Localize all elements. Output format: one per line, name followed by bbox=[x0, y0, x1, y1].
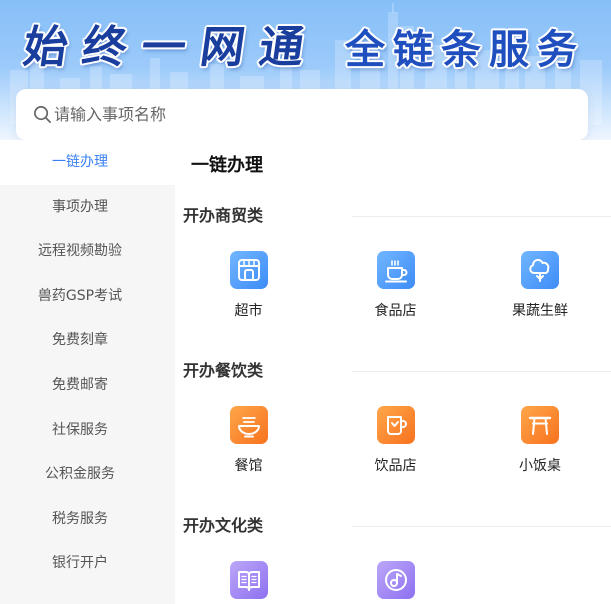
service-item-beverage-shop[interactable]: 饮品店 bbox=[322, 406, 469, 476]
sidebar-item-label: 免费刻章 bbox=[52, 332, 108, 349]
service-grid: 餐馆 饮品店 小饭桌 bbox=[175, 406, 611, 476]
sidebar-item-label: 远程视频勘验 bbox=[38, 243, 122, 260]
service-item-small-dining-table[interactable]: 小饭桌 bbox=[469, 406, 611, 476]
sidebar-item-tax-service[interactable]: 税务服务 bbox=[0, 497, 175, 542]
banner-title-left: 始终一网通 bbox=[20, 22, 323, 73]
sidebar: 一链办理 事项办理 远程视频勘验 兽药GSP考试 免费刻章 免费邮寄 社保服务 … bbox=[0, 140, 175, 604]
service-item-label: 超市 bbox=[234, 303, 263, 319]
service-item-label: 小饭桌 bbox=[519, 458, 561, 474]
broccoli-icon bbox=[521, 251, 559, 289]
service-item-fresh-produce[interactable]: 果蔬生鲜 bbox=[469, 251, 611, 321]
service-item-restaurant[interactable]: 餐馆 bbox=[175, 406, 322, 476]
sidebar-item-label: 公积金服务 bbox=[45, 466, 115, 483]
main-content: 一链办理 开办商贸类 超市 食品店 果蔬生鲜 开办餐饮类 餐馆 饮品店 小饭桌 … bbox=[175, 140, 611, 604]
section-title: 开办餐饮类 bbox=[183, 361, 264, 380]
page-title: 一链办理 bbox=[191, 155, 263, 176]
store-icon bbox=[229, 251, 268, 289]
drink-cup-icon bbox=[376, 406, 415, 444]
sidebar-item-bank-account[interactable]: 银行开户 bbox=[0, 541, 175, 586]
section-catering: 开办餐饮类 餐馆 饮品店 小饭桌 bbox=[175, 356, 611, 511]
sidebar-item-free-mailing[interactable]: 免费邮寄 bbox=[0, 363, 175, 408]
sidebar-item-label: 银行开户 bbox=[52, 555, 108, 572]
coffee-cup-icon bbox=[376, 251, 415, 289]
service-item-label: 餐馆 bbox=[234, 458, 263, 474]
table-icon bbox=[521, 406, 559, 444]
service-item-music[interactable] bbox=[322, 561, 469, 599]
sidebar-item-label: 免费邮寄 bbox=[52, 376, 108, 393]
section-culture: 开办文化类 bbox=[175, 511, 611, 604]
sidebar-item-matter-service[interactable]: 事项办理 bbox=[0, 185, 175, 230]
music-disc-icon bbox=[376, 561, 415, 599]
search-icon bbox=[33, 105, 52, 124]
service-grid bbox=[175, 561, 611, 599]
sidebar-item-label: 税务服务 bbox=[52, 510, 108, 527]
service-item-supermarket[interactable]: 超市 bbox=[175, 251, 322, 321]
service-item-label: 果蔬生鲜 bbox=[512, 303, 568, 319]
banner-title-right: 全链条服务 bbox=[345, 27, 585, 73]
service-item-label: 食品店 bbox=[374, 303, 417, 319]
sidebar-item-housing-fund[interactable]: 公积金服务 bbox=[0, 452, 175, 497]
book-icon bbox=[229, 561, 268, 599]
section-title: 开办文化类 bbox=[183, 516, 264, 535]
sidebar-item-remote-video-inspection[interactable]: 远程视频勘验 bbox=[0, 229, 175, 274]
sidebar-item-label: 事项办理 bbox=[52, 198, 108, 215]
section-divider bbox=[352, 526, 611, 527]
section-divider bbox=[352, 371, 611, 372]
sidebar-item-social-security[interactable]: 社保服务 bbox=[0, 408, 175, 453]
section-trade: 开办商贸类 超市 食品店 果蔬生鲜 bbox=[175, 201, 611, 356]
sidebar-item-label: 兽药GSP考试 bbox=[37, 287, 123, 304]
sidebar-item-label: 一链办理 bbox=[52, 154, 108, 170]
section-title: 开办商贸类 bbox=[183, 206, 264, 225]
noodle-bowl-icon bbox=[229, 406, 268, 444]
section-divider bbox=[352, 216, 611, 217]
sidebar-item-free-seal-engraving[interactable]: 免费刻章 bbox=[0, 318, 175, 363]
sidebar-item-label: 社保服务 bbox=[52, 421, 108, 438]
service-grid: 超市 食品店 果蔬生鲜 bbox=[175, 251, 611, 321]
search-bar[interactable] bbox=[16, 89, 588, 140]
search-input[interactable] bbox=[54, 89, 574, 140]
service-item-book[interactable] bbox=[175, 561, 322, 599]
service-item-food-store[interactable]: 食品店 bbox=[322, 251, 469, 321]
sidebar-item-veterinary-gsp-exam[interactable]: 兽药GSP考试 bbox=[0, 274, 175, 319]
service-item-label: 饮品店 bbox=[374, 458, 417, 474]
sidebar-item-chain-service[interactable]: 一链办理 bbox=[0, 140, 175, 185]
